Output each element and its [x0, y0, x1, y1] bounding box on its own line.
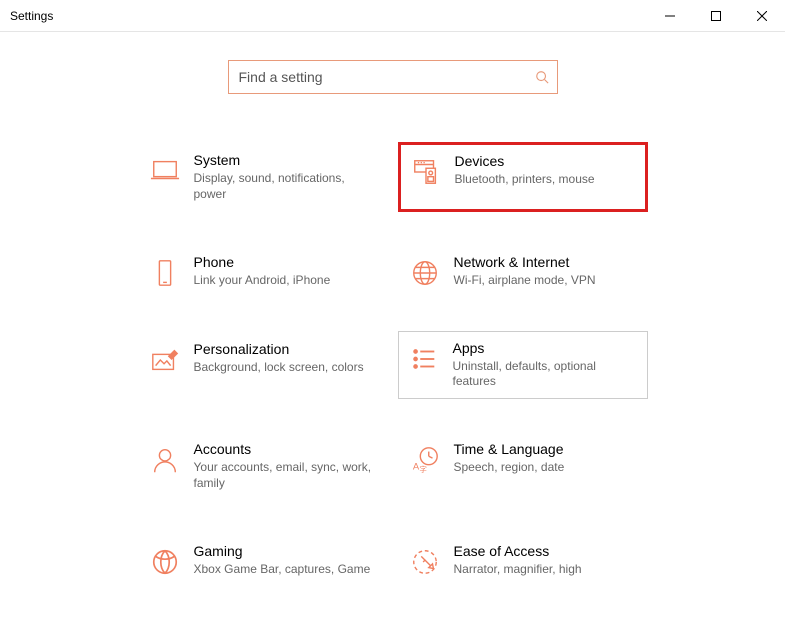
minimize-button[interactable] [647, 0, 693, 32]
category-phone[interactable]: Phone Link your Android, iPhone [138, 244, 388, 299]
category-devices[interactable]: Devices Bluetooth, printers, mouse [398, 142, 648, 212]
svg-text:字: 字 [419, 464, 427, 474]
close-button[interactable] [739, 0, 785, 32]
category-ease-of-access[interactable]: Ease of Access Narrator, magnifier, high [398, 533, 648, 588]
personalization-icon [140, 341, 190, 389]
minimize-icon [665, 11, 675, 21]
category-title: Ease of Access [454, 543, 582, 559]
system-icon [140, 152, 190, 202]
category-system[interactable]: System Display, sound, notifications, po… [138, 142, 388, 212]
category-title: Network & Internet [454, 254, 596, 270]
category-desc: Speech, region, date [454, 460, 565, 476]
search-input[interactable] [239, 69, 535, 85]
category-title: Time & Language [454, 441, 565, 457]
category-desc: Link your Android, iPhone [194, 273, 331, 289]
maximize-icon [711, 11, 721, 21]
window-controls [647, 0, 785, 32]
category-title: System [194, 152, 378, 168]
category-desc: Your accounts, email, sync, work, family [194, 460, 378, 491]
category-desc: Wi-Fi, airplane mode, VPN [454, 273, 596, 289]
category-title: Personalization [194, 341, 364, 357]
category-desc: Background, lock screen, colors [194, 360, 364, 376]
category-desc: Bluetooth, printers, mouse [455, 172, 595, 188]
maximize-button[interactable] [693, 0, 739, 32]
close-icon [757, 11, 767, 21]
category-accounts[interactable]: Accounts Your accounts, email, sync, wor… [138, 431, 388, 501]
apps-icon [399, 340, 449, 390]
category-desc: Uninstall, defaults, optional features [453, 359, 639, 390]
category-title: Devices [455, 153, 595, 169]
devices-icon [401, 153, 451, 201]
category-title: Gaming [194, 543, 371, 559]
category-title: Phone [194, 254, 331, 270]
category-title: Accounts [194, 441, 378, 457]
content-area: System Display, sound, notifications, po… [0, 32, 785, 588]
search-box[interactable] [228, 60, 558, 94]
category-desc: Display, sound, notifications, power [194, 171, 378, 202]
accounts-icon [140, 441, 190, 491]
category-grid: System Display, sound, notifications, po… [138, 142, 648, 588]
search-icon [535, 70, 549, 84]
ease-of-access-icon [400, 543, 450, 578]
category-desc: Narrator, magnifier, high [454, 562, 582, 578]
network-icon [400, 254, 450, 289]
gaming-icon [140, 543, 190, 578]
category-apps[interactable]: Apps Uninstall, defaults, optional featu… [398, 331, 648, 399]
category-title: Apps [453, 340, 639, 356]
window-title: Settings [10, 9, 53, 23]
category-desc: Xbox Game Bar, captures, Game [194, 562, 371, 578]
category-time[interactable]: A字 Time & Language Speech, region, date [398, 431, 648, 501]
time-language-icon: A字 [400, 441, 450, 491]
category-network[interactable]: Network & Internet Wi-Fi, airplane mode,… [398, 244, 648, 299]
category-personalization[interactable]: Personalization Background, lock screen,… [138, 331, 388, 399]
phone-icon [140, 254, 190, 289]
category-gaming[interactable]: Gaming Xbox Game Bar, captures, Game [138, 533, 388, 588]
titlebar: Settings [0, 0, 785, 32]
